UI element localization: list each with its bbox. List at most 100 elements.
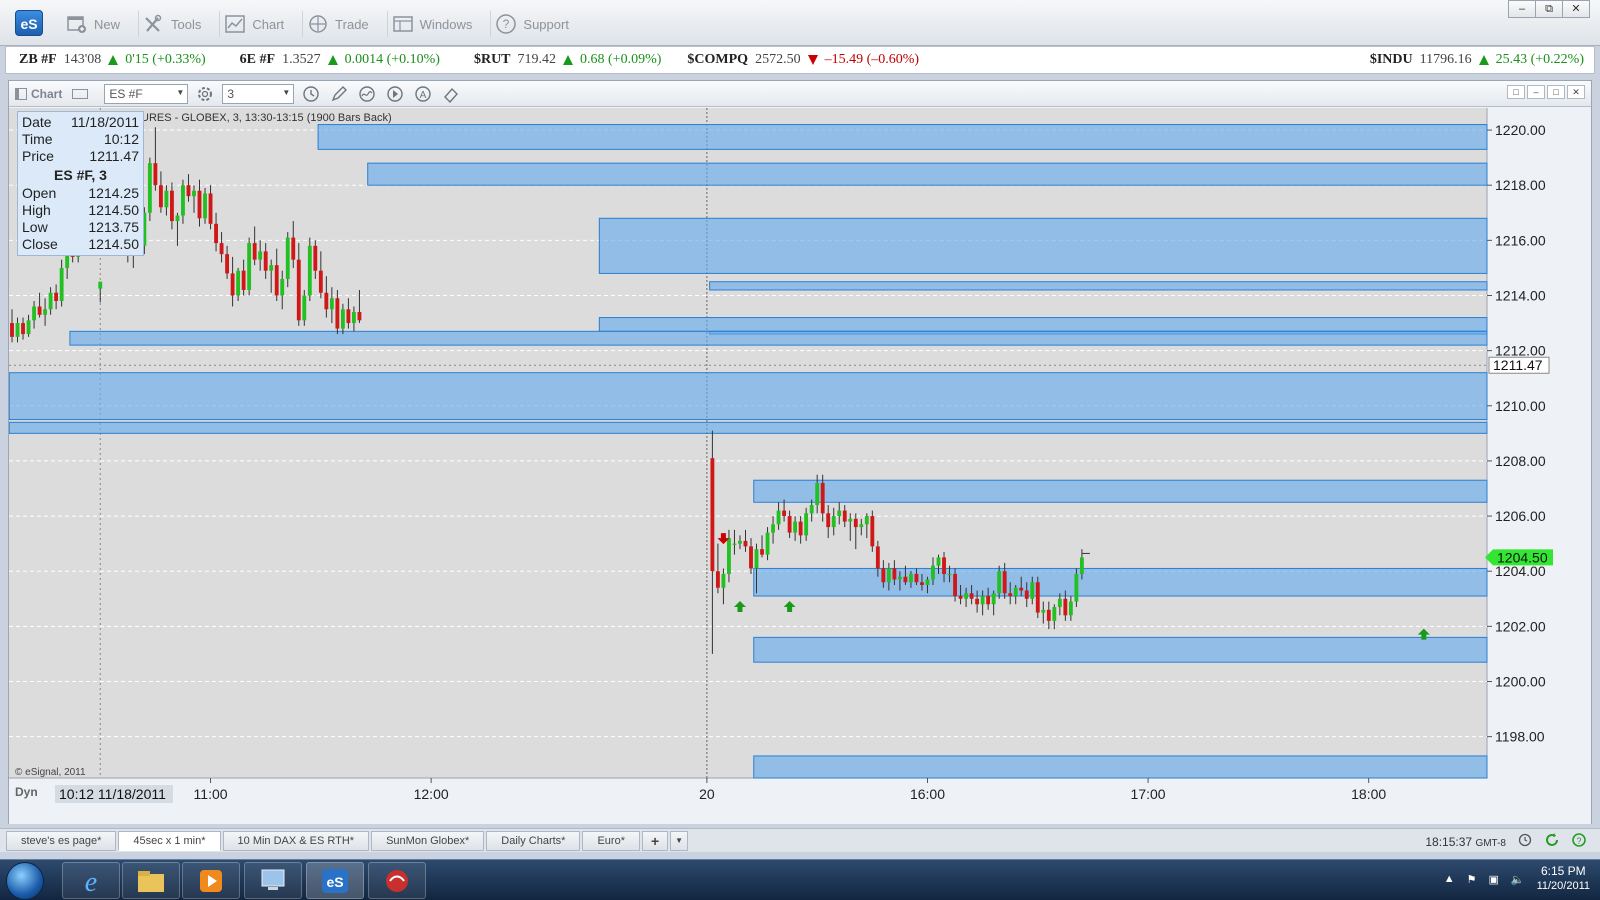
- candle-up[interactable]: [765, 532, 770, 555]
- candle-up[interactable]: [307, 245, 312, 296]
- candle-up[interactable]: [59, 267, 64, 302]
- support-resistance-zone[interactable]: [9, 372, 1488, 421]
- ticker-compq[interactable]: $COMPQ 2572.50 –15.49 (–0.60%): [687, 52, 919, 68]
- candle-down[interactable]: [21, 323, 25, 335]
- start-button[interactable]: [6, 862, 44, 900]
- support-resistance-zone[interactable]: [753, 479, 1488, 503]
- candle-up[interactable]: [831, 516, 836, 528]
- support-resistance-zone[interactable]: [69, 330, 1488, 346]
- add-tab-button[interactable]: +: [641, 830, 669, 851]
- tab-euro[interactable]: Euro*: [582, 830, 640, 851]
- candle-up[interactable]: [147, 163, 152, 213]
- candle-down[interactable]: [324, 292, 329, 310]
- candle-up[interactable]: [203, 193, 207, 219]
- chart-close-button[interactable]: ✕: [1567, 85, 1585, 99]
- chart-minimize-button[interactable]: –: [1527, 85, 1545, 99]
- candle-up[interactable]: [175, 215, 180, 222]
- support-resistance-zone[interactable]: [9, 421, 1488, 434]
- candle-up[interactable]: [247, 243, 252, 290]
- candle-up[interactable]: [947, 573, 952, 576]
- chevron-down-icon[interactable]: ▼: [176, 88, 184, 97]
- taskbar-clock[interactable]: 6:15 PM 11/20/2011: [1537, 864, 1590, 894]
- support-resistance-zone[interactable]: [367, 162, 1488, 186]
- candle-down[interactable]: [1024, 590, 1029, 599]
- refresh-icon[interactable]: [1544, 832, 1560, 851]
- candle-up[interactable]: [164, 190, 169, 208]
- candle-up[interactable]: [864, 516, 869, 525]
- candle-up[interactable]: [848, 518, 853, 522]
- chevron-down-icon[interactable]: ▼: [282, 88, 290, 97]
- candle-up[interactable]: [1057, 598, 1062, 608]
- ticker-rut[interactable]: $RUT 719.42 0.68 (+0.09%): [474, 52, 661, 68]
- candle-up[interactable]: [269, 265, 274, 271]
- candle-down[interactable]: [1035, 582, 1040, 613]
- candle-up[interactable]: [1079, 557, 1084, 574]
- candle-down[interactable]: [219, 243, 224, 255]
- candle-up[interactable]: [925, 579, 930, 585]
- menu-new[interactable]: New: [62, 11, 124, 37]
- candle-down[interactable]: [760, 549, 764, 555]
- candle-up[interactable]: [909, 573, 913, 583]
- candle-down[interactable]: [186, 185, 191, 197]
- candle-up[interactable]: [936, 557, 941, 566]
- support-resistance-zone[interactable]: [317, 124, 1488, 150]
- candle-down[interactable]: [335, 298, 340, 329]
- help-icon[interactable]: ?: [1572, 833, 1586, 850]
- candle-down[interactable]: [1063, 598, 1068, 616]
- clock-status-icon[interactable]: [1518, 833, 1532, 850]
- candle-down[interactable]: [313, 245, 318, 271]
- candle-up[interactable]: [1030, 582, 1035, 599]
- candle-up[interactable]: [351, 312, 356, 324]
- menu-chart[interactable]: Chart: [219, 11, 288, 37]
- candle-down[interactable]: [357, 312, 362, 321]
- candle-up[interactable]: [1052, 607, 1057, 621]
- candle-up[interactable]: [809, 505, 814, 514]
- menu-windows[interactable]: Windows: [386, 11, 477, 37]
- dyn-label[interactable]: Dyn: [15, 785, 38, 799]
- alert-icon[interactable]: A: [412, 84, 434, 104]
- candle-up[interactable]: [1074, 573, 1079, 602]
- support-resistance-zone[interactable]: [753, 636, 1488, 663]
- candle-up[interactable]: [181, 185, 185, 216]
- candle-up[interactable]: [771, 524, 775, 533]
- candle-down[interactable]: [842, 510, 847, 522]
- candle-down[interactable]: [903, 576, 908, 583]
- candle-down[interactable]: [37, 306, 42, 315]
- candle-down[interactable]: [942, 557, 946, 574]
- candle-down[interactable]: [170, 190, 174, 222]
- candle-down[interactable]: [958, 596, 963, 599]
- candle-up[interactable]: [15, 323, 20, 337]
- pencil-icon[interactable]: [328, 84, 350, 104]
- volume-icon[interactable]: 🔈: [1511, 873, 1525, 886]
- candle-down[interactable]: [749, 546, 753, 569]
- tab-sunmon-globex[interactable]: SunMon Globex*: [371, 830, 485, 851]
- candle-down[interactable]: [1008, 593, 1013, 597]
- clock-icon[interactable]: [300, 84, 322, 104]
- file-explorer-icon[interactable]: [122, 862, 180, 899]
- candle-down[interactable]: [225, 254, 230, 274]
- candle-down[interactable]: [274, 265, 279, 296]
- candle-down[interactable]: [230, 273, 235, 296]
- candle-down[interactable]: [975, 598, 980, 605]
- candle-down[interactable]: [787, 516, 792, 533]
- ticker-6e[interactable]: 6E #F 1.3527 0.0014 (+0.10%): [240, 52, 440, 68]
- support-resistance-zone[interactable]: [598, 217, 1488, 274]
- symbol-input[interactable]: ES #F ▼: [104, 83, 189, 104]
- candle-down[interactable]: [986, 596, 991, 605]
- candle-up[interactable]: [26, 320, 31, 335]
- candle-up[interactable]: [931, 565, 935, 580]
- study-icon[interactable]: [356, 84, 378, 104]
- candle-up[interactable]: [727, 538, 731, 574]
- candle-up[interactable]: [793, 521, 798, 533]
- candle-down[interactable]: [870, 516, 875, 547]
- candle-up[interactable]: [285, 237, 290, 279]
- tab-45sec-1min[interactable]: 45sec x 1 min*: [118, 830, 221, 851]
- candle-down[interactable]: [892, 568, 897, 580]
- chart-link-button[interactable]: □: [1507, 85, 1525, 99]
- candle-up[interactable]: [340, 309, 345, 329]
- candle-up[interactable]: [964, 593, 969, 599]
- candle-down[interactable]: [953, 573, 957, 597]
- interval-input[interactable]: 3 ▼: [222, 83, 295, 104]
- candle-up[interactable]: [804, 513, 809, 536]
- candle-down[interactable]: [1046, 609, 1051, 621]
